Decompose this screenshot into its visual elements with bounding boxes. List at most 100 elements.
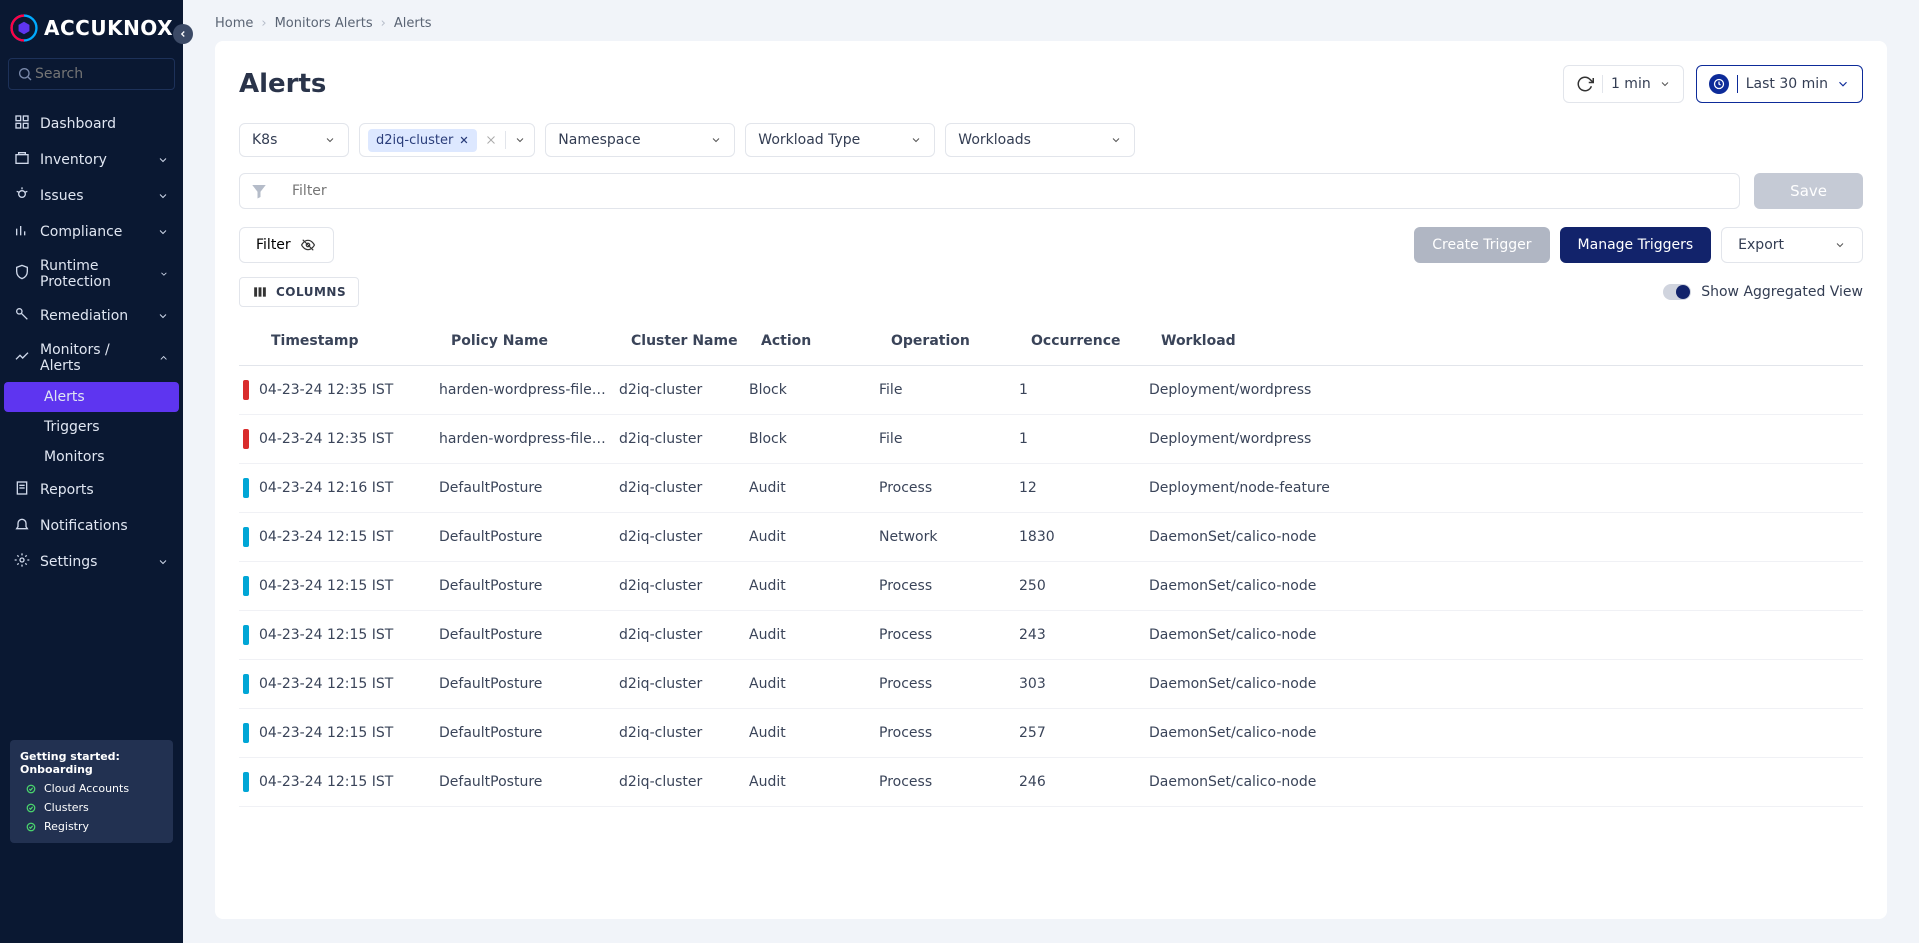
sidebar-item-reports[interactable]: Reports xyxy=(0,472,183,508)
severity-bar xyxy=(243,527,249,547)
check-circle-icon xyxy=(26,822,36,832)
cell-operation: Process xyxy=(879,725,1009,741)
col-policy: Policy Name xyxy=(451,333,621,349)
cell-action: Audit xyxy=(749,480,869,496)
search-icon xyxy=(17,66,33,82)
onboarding-card: Getting started: Onboarding Cloud Accoun… xyxy=(10,740,173,843)
sidebar-item-settings[interactable]: Settings xyxy=(0,544,183,580)
filter-visibility-button[interactable]: Filter xyxy=(239,227,334,263)
close-icon[interactable] xyxy=(485,134,497,146)
sidebar-item-label: Compliance xyxy=(40,224,122,240)
table-row[interactable]: 04-23-24 12:16 IST DefaultPosture d2iq-c… xyxy=(239,464,1863,513)
export-dropdown[interactable]: Export xyxy=(1721,227,1863,263)
cell-workload: Deployment/node-feature xyxy=(1149,480,1859,496)
cell-occurrence: 1 xyxy=(1019,431,1139,447)
manage-triggers-button[interactable]: Manage Triggers xyxy=(1560,227,1712,263)
cell-occurrence: 1 xyxy=(1019,382,1139,398)
breadcrumb-item: Alerts xyxy=(394,16,432,31)
cell-workload: DaemonSet/calico-node xyxy=(1149,578,1859,594)
chevron-down-icon xyxy=(1834,239,1846,251)
graph-icon xyxy=(14,348,30,368)
cluster-dropdown[interactable]: d2iq-cluster xyxy=(359,123,535,157)
cell-timestamp: 04-23-24 12:35 IST xyxy=(259,382,429,398)
workload-type-label: Workload Type xyxy=(758,132,860,148)
save-button[interactable]: Save xyxy=(1754,173,1863,209)
sidebar-item-notifications[interactable]: Notifications xyxy=(0,508,183,544)
cell-occurrence: 243 xyxy=(1019,627,1139,643)
onboarding-title: Getting started: Onboarding xyxy=(20,750,163,776)
breadcrumb-item[interactable]: Monitors Alerts xyxy=(275,16,373,31)
chevron-down-icon xyxy=(1836,77,1850,91)
table-row[interactable]: 04-23-24 12:15 IST DefaultPosture d2iq-c… xyxy=(239,562,1863,611)
onboard-step[interactable]: Clusters xyxy=(20,801,163,814)
sidebar-item-issues[interactable]: Issues xyxy=(0,178,183,214)
create-trigger-button[interactable]: Create Trigger xyxy=(1414,227,1549,263)
onboard-step[interactable]: Registry xyxy=(20,820,163,833)
sidebar-sub-triggers[interactable]: Triggers xyxy=(4,412,179,442)
cell-workload: DaemonSet/calico-node xyxy=(1149,774,1859,790)
filter-input-wrap[interactable] xyxy=(239,173,1740,209)
col-operation: Operation xyxy=(891,333,1021,349)
refresh-interval-control[interactable]: 1 min xyxy=(1563,65,1684,103)
severity-bar xyxy=(243,625,249,645)
grid-icon xyxy=(14,114,30,134)
cell-workload: DaemonSet/calico-node xyxy=(1149,529,1859,545)
funnel-icon xyxy=(250,182,268,200)
col-action: Action xyxy=(761,333,881,349)
severity-bar xyxy=(243,674,249,694)
aggregated-label: Show Aggregated View xyxy=(1701,284,1863,300)
sidebar-search-input[interactable] xyxy=(33,65,166,83)
cell-cluster: d2iq-cluster xyxy=(619,725,739,741)
cell-policy: DefaultPosture xyxy=(439,725,609,741)
sidebar-sub-alerts[interactable]: Alerts xyxy=(4,382,179,412)
cell-workload: DaemonSet/calico-node xyxy=(1149,725,1859,741)
chevron-right-icon: › xyxy=(261,16,266,31)
sidebar-item-label: Monitors / Alerts xyxy=(40,342,148,374)
cell-operation: File xyxy=(879,382,1009,398)
cell-cluster: d2iq-cluster xyxy=(619,431,739,447)
cluster-chip-label: d2iq-cluster xyxy=(376,133,453,148)
env-dropdown[interactable]: K8s xyxy=(239,123,349,157)
sidebar-item-compliance[interactable]: Compliance xyxy=(0,214,183,250)
sidebar-item-remediation[interactable]: Remediation xyxy=(0,298,183,334)
sidebar-item-dashboard[interactable]: Dashboard xyxy=(0,106,183,142)
sidebar-search[interactable] xyxy=(8,58,175,90)
bug-icon xyxy=(14,186,30,206)
table-row[interactable]: 04-23-24 12:35 IST harden-wordpress-file… xyxy=(239,415,1863,464)
table-row[interactable]: 04-23-24 12:15 IST DefaultPosture d2iq-c… xyxy=(239,513,1863,562)
sidebar-collapse-button[interactable] xyxy=(173,24,193,44)
cell-cluster: d2iq-cluster xyxy=(619,480,739,496)
aggregated-toggle[interactable] xyxy=(1663,284,1691,300)
table-row[interactable]: 04-23-24 12:15 IST DefaultPosture d2iq-c… xyxy=(239,660,1863,709)
chevron-down-icon xyxy=(1659,78,1671,90)
time-range-picker[interactable]: Last 30 min xyxy=(1696,65,1863,103)
table-row[interactable]: 04-23-24 12:15 IST DefaultPosture d2iq-c… xyxy=(239,611,1863,660)
columns-button[interactable]: COLUMNS xyxy=(239,277,359,307)
sidebar-item-runtime-protection[interactable]: Runtime Protection xyxy=(0,250,183,298)
severity-bar xyxy=(243,429,249,449)
chevron-up-icon xyxy=(158,352,169,364)
col-timestamp: Timestamp xyxy=(271,333,441,349)
sidebar-item-monitors-alerts[interactable]: Monitors / Alerts xyxy=(0,334,183,382)
severity-bar xyxy=(243,380,249,400)
sidebar-sub-monitors[interactable]: Monitors xyxy=(4,442,179,472)
table-row[interactable]: 04-23-24 12:15 IST DefaultPosture d2iq-c… xyxy=(239,758,1863,807)
table-row[interactable]: 04-23-24 12:35 IST harden-wordpress-file… xyxy=(239,366,1863,415)
filter-text-input[interactable] xyxy=(282,174,1729,208)
sidebar-item-inventory[interactable]: Inventory xyxy=(0,142,183,178)
workloads-dropdown[interactable]: Workloads xyxy=(945,123,1135,157)
breadcrumb-item[interactable]: Home xyxy=(215,16,253,31)
cell-policy: DefaultPosture xyxy=(439,627,609,643)
cluster-chip[interactable]: d2iq-cluster xyxy=(368,129,477,152)
close-icon[interactable] xyxy=(459,135,469,145)
namespace-dropdown[interactable]: Namespace xyxy=(545,123,735,157)
namespace-label: Namespace xyxy=(558,132,640,148)
cell-policy: DefaultPosture xyxy=(439,676,609,692)
check-circle-icon xyxy=(26,803,36,813)
table-row[interactable]: 04-23-24 12:15 IST DefaultPosture d2iq-c… xyxy=(239,709,1863,758)
brand-text: ACCUKNOX xyxy=(44,16,173,40)
cell-occurrence: 303 xyxy=(1019,676,1139,692)
onboard-step[interactable]: Cloud Accounts xyxy=(20,782,163,795)
workload-type-dropdown[interactable]: Workload Type xyxy=(745,123,935,157)
sidebar: ACCUKNOX Dashboard Inventory Issues Comp… xyxy=(0,0,183,943)
